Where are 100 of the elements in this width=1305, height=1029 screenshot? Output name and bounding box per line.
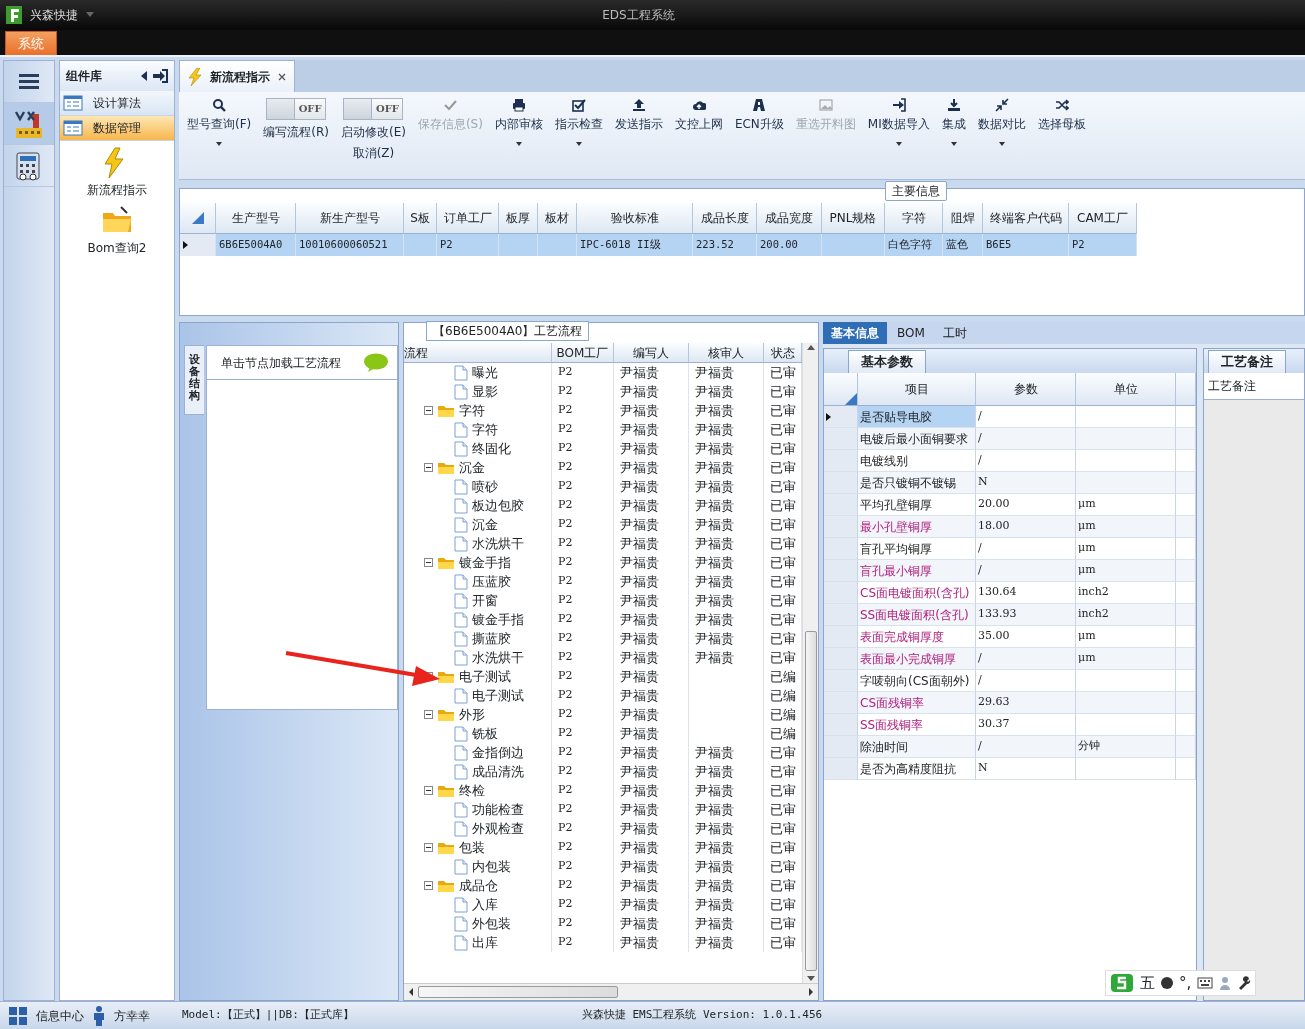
toolbar-button[interactable]: 指示检查 (550, 96, 607, 148)
tree-node-label[interactable]: 压蓝胶 (472, 571, 511, 592)
tool-label[interactable]: Bom查询2 (87, 239, 147, 257)
toolbar-button[interactable]: 数据对比 (973, 96, 1030, 148)
toolbar-button[interactable]: MI数据导入 (863, 96, 934, 148)
tree-node-label[interactable]: 包装 (459, 837, 485, 858)
scroll-up-icon[interactable] (805, 343, 816, 351)
component-item[interactable]: 设计算法 (60, 91, 174, 116)
column-header[interactable]: 板材 (538, 203, 577, 234)
corner-triangle-icon[interactable] (845, 393, 857, 405)
tree-node-label[interactable]: 铣板 (472, 723, 498, 744)
tree-node-label[interactable]: 字符 (472, 419, 498, 440)
tab[interactable]: 工时 (934, 322, 975, 344)
wrench-icon[interactable] (1237, 976, 1252, 990)
column-header[interactable]: 成品宽度 (757, 203, 822, 234)
tree-node-label[interactable]: 外包装 (472, 913, 511, 934)
panel-tab[interactable]: 工艺备注 (1208, 349, 1286, 373)
tree-node-label[interactable]: 成品仓 (459, 875, 498, 896)
column-header[interactable]: 阻焊 (943, 203, 983, 234)
tree-node-label[interactable]: 内包装 (472, 856, 511, 877)
toolbar-button[interactable]: 选择母板 (1033, 96, 1090, 135)
column-header[interactable]: 验收标准 (577, 203, 693, 234)
tree-node-label[interactable]: 板边包胶 (472, 495, 524, 516)
tree-node-label[interactable]: 镀金手指 (459, 552, 511, 573)
toolbar-button[interactable]: 内部审核 (490, 96, 547, 148)
tree-node-label[interactable]: 镀金手指 (472, 609, 524, 630)
toolbar-button[interactable]: 发送指示 (610, 96, 667, 135)
tool-label[interactable]: 新流程指示 (87, 181, 147, 199)
collapse-icon[interactable] (424, 843, 433, 852)
tree-node-label[interactable]: 功能检查 (472, 799, 524, 820)
corner-triangle-icon[interactable] (191, 212, 204, 224)
pin-panel-icon[interactable] (152, 69, 168, 83)
column-header[interactable]: 单位 (1076, 373, 1176, 406)
scroll-right-icon[interactable] (808, 987, 814, 997)
component-item[interactable]: 数据管理 (60, 116, 174, 141)
column-header[interactable]: 项目 (858, 373, 976, 406)
collapse-icon[interactable] (424, 881, 433, 890)
grid-icon[interactable] (8, 1005, 28, 1026)
tree-node-label[interactable]: 字符 (459, 400, 485, 421)
status-text[interactable]: 信息中心 (36, 1006, 84, 1025)
tree-node-label[interactable]: 显影 (472, 381, 498, 402)
tree-node-label[interactable]: 终固化 (472, 438, 511, 459)
input-method-logo-icon[interactable] (1110, 973, 1134, 993)
collapse-icon[interactable] (424, 786, 433, 795)
column-header[interactable]: CAM工厂 (1069, 203, 1137, 234)
toolbar-button[interactable]: 文控上网 (670, 96, 727, 135)
tree-node-label[interactable]: 外观检查 (472, 818, 524, 839)
column-header[interactable]: PNL规格 (822, 203, 885, 234)
toolbar-button[interactable]: ECN升级 (730, 96, 788, 135)
tree-node-label[interactable]: 曝光 (472, 362, 498, 383)
column-header[interactable]: S板 (404, 203, 437, 234)
collapse-left-icon[interactable] (140, 71, 148, 81)
scroll-left-icon[interactable] (408, 987, 414, 997)
collapse-icon[interactable] (424, 406, 433, 415)
tree-node-label[interactable]: 出库 (472, 932, 498, 953)
column-header[interactable]: BOM工厂 (552, 343, 614, 363)
tree-node-label[interactable]: 外形 (459, 704, 485, 725)
document-tab[interactable]: 新流程指示 (179, 60, 295, 92)
tree-node-label[interactable]: 开窗 (472, 590, 498, 611)
tab[interactable]: 基本信息 (823, 322, 887, 344)
toolbar-button[interactable]: 型号查询(F) (183, 96, 256, 148)
tree-node-label[interactable]: 喷砂 (472, 476, 498, 497)
tree-node-label[interactable]: 成品清洗 (472, 761, 524, 782)
tree-node-label[interactable]: 入库 (472, 894, 498, 915)
column-header[interactable]: 生产型号 (216, 203, 296, 234)
tree-node-label[interactable]: 终检 (459, 780, 485, 801)
toggle-switch[interactable]: OFF (343, 98, 404, 120)
column-header[interactable]: 编写人 (614, 343, 689, 363)
toggle-switch[interactable]: OFF (266, 98, 327, 120)
dot-icon[interactable] (1161, 977, 1173, 989)
tree-node-label[interactable]: 撕蓝胶 (472, 628, 511, 649)
toolbar-button[interactable]: 集成 (937, 96, 970, 148)
panel-tab[interactable]: 基本参数 (848, 349, 926, 373)
column-header[interactable]: 流程 (404, 343, 552, 363)
column-header[interactable]: 板厚 (499, 203, 538, 234)
caret-icon[interactable] (86, 12, 94, 18)
collapse-icon[interactable] (424, 710, 433, 719)
vertical-scrollbar[interactable] (802, 343, 818, 983)
side-tab[interactable]: 设备结构 (184, 345, 204, 415)
tree-node-label[interactable]: 电子测试 (472, 685, 524, 706)
collapse-icon[interactable] (424, 558, 433, 567)
tree-node-label[interactable]: 金指倒边 (472, 742, 524, 763)
keyboard-icon[interactable] (1197, 977, 1214, 989)
column-header[interactable]: 核审人 (689, 343, 764, 363)
close-icon[interactable] (278, 72, 286, 81)
column-header[interactable]: 状态 (764, 343, 802, 363)
tree-node-label[interactable]: 水洗烘干 (472, 533, 524, 554)
tree-node-label[interactable]: 沉金 (472, 514, 498, 535)
tree-node-label[interactable]: 电子测试 (459, 666, 511, 687)
tree-node-label[interactable]: 水洗烘干 (472, 647, 524, 668)
tab[interactable]: BOM (889, 322, 933, 344)
column-header[interactable]: 终端客户代码 (983, 203, 1069, 234)
column-header[interactable]: 字符 (885, 203, 943, 234)
column-header[interactable]: 参数 (976, 373, 1076, 406)
horizontal-scrollbar[interactable] (404, 983, 818, 1000)
column-header[interactable]: 成品长度 (693, 203, 757, 234)
column-header[interactable]: 新生产型号 (296, 203, 404, 234)
input-mode-text[interactable]: 五 (1140, 971, 1155, 995)
collapse-icon[interactable] (424, 463, 433, 472)
punctuation-mode-text[interactable]: °, (1179, 971, 1192, 995)
